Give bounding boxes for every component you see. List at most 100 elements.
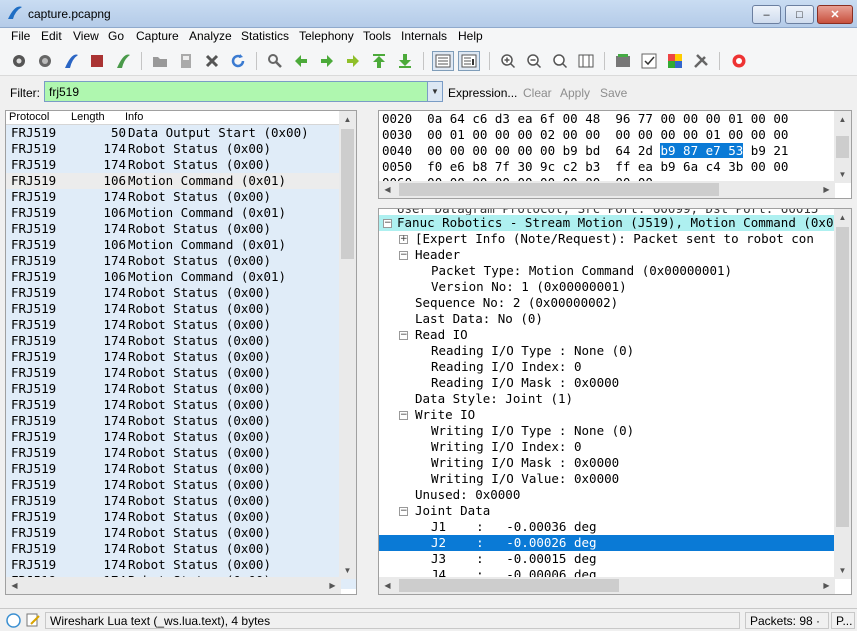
profile-indicator[interactable]: P...: [831, 612, 855, 629]
collapse-icon[interactable]: −: [399, 251, 408, 260]
detail-row[interactable]: Sequence No: 2 (0x00000002): [379, 295, 835, 311]
find-icon[interactable]: [264, 51, 286, 71]
packet-row[interactable]: FRJ519 174Robot Status (0x00): [6, 141, 356, 157]
back-icon[interactable]: [290, 51, 312, 71]
scroll-down-icon[interactable]: ▼: [834, 166, 851, 183]
detail-row[interactable]: Writing I/O Mask : 0x0000: [379, 455, 835, 471]
last-icon[interactable]: [394, 51, 416, 71]
detail-row[interactable]: J3 : -0.00015 deg: [379, 551, 835, 567]
detail-row[interactable]: + [Expert Info (Note/Request): Packet sen…: [379, 231, 835, 247]
expand-icon[interactable]: +: [399, 235, 408, 244]
save-icon[interactable]: [175, 51, 197, 71]
scroll-up-icon[interactable]: ▲: [834, 209, 851, 226]
start-capture-icon[interactable]: [60, 51, 82, 71]
detail-row[interactable]: Unused: 0x0000: [379, 487, 835, 503]
resize-columns-icon[interactable]: [575, 51, 597, 71]
menu-help[interactable]: Help: [458, 29, 483, 43]
packet-row[interactable]: FRJ519 174Robot Status (0x00): [6, 493, 356, 509]
detail-row[interactable]: − Joint Data: [379, 503, 835, 519]
packet-row[interactable]: FRJ519 174Robot Status (0x00): [6, 253, 356, 269]
scroll-thumb[interactable]: [399, 579, 619, 592]
menu-telephony[interactable]: Telephony: [299, 29, 354, 43]
scroll-right-icon[interactable]: ▶: [324, 577, 341, 594]
packet-list-vscroll[interactable]: ▲ ▼: [339, 111, 356, 579]
hex-vscroll[interactable]: ▲ ▼: [834, 111, 851, 183]
scroll-thumb[interactable]: [836, 136, 849, 158]
detail-row[interactable]: Reading I/O Mask : 0x0000: [379, 375, 835, 391]
capture-filters-icon[interactable]: [612, 51, 634, 71]
scroll-left-icon[interactable]: ◀: [379, 181, 396, 198]
column-header-info[interactable]: Info: [125, 111, 143, 123]
packet-row[interactable]: FRJ519 174Robot Status (0x00): [6, 461, 356, 477]
scroll-down-icon[interactable]: ▼: [834, 562, 851, 579]
scroll-left-icon[interactable]: ◀: [6, 577, 23, 594]
packet-row[interactable]: FRJ519 106 Motion Command (0x01): [6, 237, 356, 253]
packet-row[interactable]: FRJ519 174Robot Status (0x00): [6, 189, 356, 205]
detail-row[interactable]: Writing I/O Type : None (0): [379, 423, 835, 439]
menu-edit[interactable]: Edit: [41, 29, 62, 43]
collapse-icon[interactable]: −: [383, 219, 392, 228]
details-vscroll[interactable]: ▲ ▼: [834, 209, 851, 579]
forward-icon[interactable]: [316, 51, 338, 71]
preferences-icon[interactable]: [690, 51, 712, 71]
scroll-up-icon[interactable]: ▲: [339, 111, 356, 128]
menu-go[interactable]: Go: [108, 29, 124, 43]
column-header-protocol[interactable]: Protocol: [9, 111, 49, 123]
packet-row[interactable]: FRJ519 174Robot Status (0x00): [6, 221, 356, 237]
detail-row[interactable]: J1 : -0.00036 deg: [379, 519, 835, 535]
menu-internals[interactable]: Internals: [401, 29, 447, 43]
packet-row[interactable]: FRJ519 174Robot Status (0x00): [6, 477, 356, 493]
first-icon[interactable]: [368, 51, 390, 71]
interface-list-icon[interactable]: [8, 51, 30, 71]
scroll-down-icon[interactable]: ▼: [339, 562, 356, 579]
packet-row[interactable]: FRJ519 106 Motion Command (0x01): [6, 269, 356, 285]
packet-row[interactable]: FRJ519 174Robot Status (0x00): [6, 541, 356, 557]
filter-dropdown-arrow-icon[interactable]: ▼: [427, 81, 443, 102]
menu-statistics[interactable]: Statistics: [241, 29, 289, 43]
packet-row[interactable]: FRJ519 174Robot Status (0x00): [6, 557, 356, 573]
menu-capture[interactable]: Capture: [136, 29, 179, 43]
collapse-icon[interactable]: −: [399, 411, 408, 420]
menu-file[interactable]: File: [11, 29, 30, 43]
packet-row[interactable]: FRJ519 174Robot Status (0x00): [6, 429, 356, 445]
packet-row[interactable]: FRJ519 174Robot Status (0x00): [6, 381, 356, 397]
menu-view[interactable]: View: [73, 29, 99, 43]
maximize-button[interactable]: □: [785, 5, 814, 24]
apply-button[interactable]: Apply: [560, 86, 590, 100]
packet-row[interactable]: FRJ519 174Robot Status (0x00): [6, 333, 356, 349]
restart-capture-icon[interactable]: [112, 51, 134, 71]
open-icon[interactable]: [149, 51, 171, 71]
minimize-button[interactable]: –: [752, 5, 781, 24]
packet-row[interactable]: FRJ519 174Robot Status (0x00): [6, 397, 356, 413]
zoom-in-icon[interactable]: [497, 51, 519, 71]
packet-row[interactable]: FRJ519 174Robot Status (0x00): [6, 365, 356, 381]
scroll-thumb[interactable]: [836, 227, 849, 527]
clear-button[interactable]: Clear: [523, 86, 552, 100]
packet-row[interactable]: FRJ519 174Robot Status (0x00): [6, 509, 356, 525]
collapse-icon[interactable]: −: [399, 507, 408, 516]
display-filters-icon[interactable]: [638, 51, 660, 71]
packet-row[interactable]: FRJ519 174Robot Status (0x00): [6, 525, 356, 541]
detail-row[interactable]: − Write IO: [379, 407, 835, 423]
packet-row[interactable]: FRJ519 174Robot Status (0x00): [6, 413, 356, 429]
detail-row[interactable]: Version No: 1 (0x00000001): [379, 279, 835, 295]
coloring-rules-icon[interactable]: [664, 51, 686, 71]
zoom-out-icon[interactable]: [523, 51, 545, 71]
close-icon[interactable]: [201, 51, 223, 71]
hex-hscroll[interactable]: ◀ ▶: [379, 181, 835, 198]
packet-row[interactable]: FRJ519 174Robot Status (0x00): [6, 317, 356, 333]
scroll-thumb[interactable]: [341, 129, 354, 259]
detail-row[interactable]: − Header: [379, 247, 835, 263]
colorize-icon[interactable]: [432, 51, 454, 71]
expert-info-icon[interactable]: [6, 613, 21, 628]
detail-row[interactable]: Writing I/O Index: 0: [379, 439, 835, 455]
goto-icon[interactable]: [342, 51, 364, 71]
detail-row[interactable]: Reading I/O Type : None (0): [379, 343, 835, 359]
packet-row[interactable]: FRJ519 106 Motion Command (0x01): [6, 173, 356, 189]
detail-row[interactable]: − Read IO: [379, 327, 835, 343]
detail-row[interactable]: Last Data: No (0): [379, 311, 835, 327]
packet-row[interactable]: FRJ519 174Robot Status (0x00): [6, 445, 356, 461]
packet-list-hscroll[interactable]: ◀ ▶: [6, 577, 341, 594]
packet-row[interactable]: FRJ519 174Robot Status (0x00): [6, 157, 356, 173]
packet-row[interactable]: FRJ519 50 Data Output Start (0x00): [6, 125, 356, 141]
